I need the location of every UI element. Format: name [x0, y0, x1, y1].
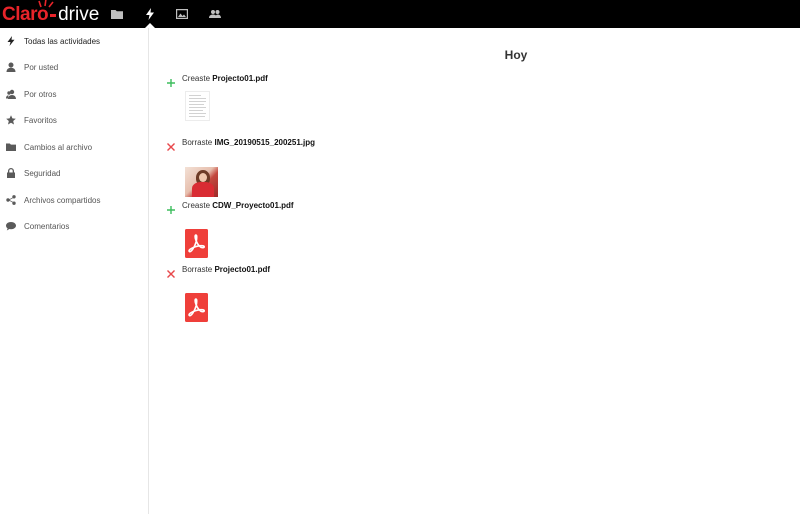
day-heading: Hoy	[504, 48, 528, 62]
sidebar-item-cambios[interactable]: Cambios al archivo	[0, 134, 148, 160]
lock-icon	[6, 168, 16, 178]
activity-action: Borraste	[182, 265, 213, 274]
activity-item: Borraste IMG_20190515_200251.jpg	[167, 137, 567, 197]
activity-file-link[interactable]: IMG_20190515_200251.jpg	[214, 138, 315, 147]
nav-gallery-button[interactable]	[166, 0, 198, 28]
activity-text: Borraste IMG_20190515_200251.jpg	[182, 138, 315, 147]
pdf-thumbnail[interactable]	[185, 293, 208, 322]
logo-drive-text: drive	[58, 4, 100, 25]
document-thumbnail[interactable]	[185, 91, 210, 121]
activity-text: Creaste Projecto01.pdf	[182, 74, 268, 83]
photo-face	[199, 173, 207, 182]
activity-action: Creaste	[182, 74, 211, 83]
delete-x-icon	[167, 138, 177, 151]
sidebar-item-label: Cambios al archivo	[24, 142, 93, 152]
pdf-icon	[185, 229, 208, 258]
activity-file-link[interactable]: Projecto01.pdf	[212, 74, 268, 83]
pdf-icon	[185, 293, 208, 322]
sidebar: Todas las actividades Por usted Por otro…	[0, 28, 149, 514]
folder-icon	[6, 142, 16, 152]
activity-item: Creaste CDW_Proyecto01.pdf	[167, 200, 567, 258]
sidebar-item-label: Por usted	[24, 62, 59, 72]
plus-icon	[167, 201, 177, 214]
sidebar-item-por-otros[interactable]: Por otros	[0, 81, 148, 107]
activity-action: Borraste	[182, 138, 213, 147]
plus-icon	[167, 74, 177, 87]
sidebar-item-label: Favoritos	[24, 115, 57, 125]
activity-file-link[interactable]: CDW_Proyecto01.pdf	[212, 201, 293, 210]
bolt-icon	[6, 36, 16, 46]
users-icon	[6, 89, 16, 99]
activity-feed: Hoy Creaste Projecto01.pdf Borraste IMG_…	[150, 28, 800, 514]
sidebar-item-favoritos[interactable]: Favoritos	[0, 107, 148, 133]
sidebar-item-compartidos[interactable]: Archivos compartidos	[0, 187, 148, 213]
comment-icon	[6, 221, 16, 231]
star-icon	[6, 115, 16, 125]
claro-drive-logo[interactable]: Claro drive	[2, 0, 100, 26]
share-icon	[6, 195, 16, 205]
top-bar: Claro drive	[0, 0, 800, 28]
activity-line: Borraste Projecto01.pdf	[167, 264, 567, 278]
delete-x-icon	[167, 265, 177, 278]
pdf-thumbnail[interactable]	[185, 229, 208, 258]
activity-action: Creaste	[182, 201, 211, 210]
contacts-icon	[209, 10, 221, 18]
activity-line: Borraste IMG_20190515_200251.jpg	[167, 137, 567, 151]
sidebar-item-label: Todas las actividades	[24, 36, 101, 46]
activity-item: Borraste Projecto01.pdf	[167, 264, 567, 322]
sidebar-item-label: Seguridad	[24, 168, 61, 178]
nav-activity-button[interactable]	[134, 0, 166, 28]
sidebar-item-por-usted[interactable]: Por usted	[0, 54, 148, 80]
nav-contacts-button[interactable]	[199, 0, 231, 28]
activity-line: Creaste Projecto01.pdf	[167, 73, 567, 87]
activity-line: Creaste CDW_Proyecto01.pdf	[167, 200, 567, 214]
photo-body	[192, 182, 214, 197]
logo-dash	[50, 14, 57, 17]
sidebar-item-seguridad[interactable]: Seguridad	[0, 160, 148, 186]
sidebar-item-label: Comentarios	[24, 221, 70, 231]
sidebar-item-label: Por otros	[24, 89, 57, 99]
nav-files-button[interactable]	[101, 0, 133, 28]
photo-thumbnail[interactable]	[185, 167, 218, 197]
sidebar-item-todas[interactable]: Todas las actividades	[0, 28, 148, 54]
activity-item: Creaste Projecto01.pdf	[167, 73, 567, 121]
sidebar-item-label: Archivos compartidos	[24, 195, 101, 205]
activity-file-link[interactable]: Projecto01.pdf	[214, 265, 270, 274]
activity-icon	[146, 8, 154, 20]
user-icon	[6, 62, 16, 72]
logo-rays-icon	[38, 0, 54, 8]
image-icon	[176, 9, 188, 19]
activity-text: Borraste Projecto01.pdf	[182, 265, 270, 274]
activity-text: Creaste CDW_Proyecto01.pdf	[182, 201, 294, 210]
folder-icon	[111, 10, 123, 19]
sidebar-item-comentarios[interactable]: Comentarios	[0, 213, 148, 239]
